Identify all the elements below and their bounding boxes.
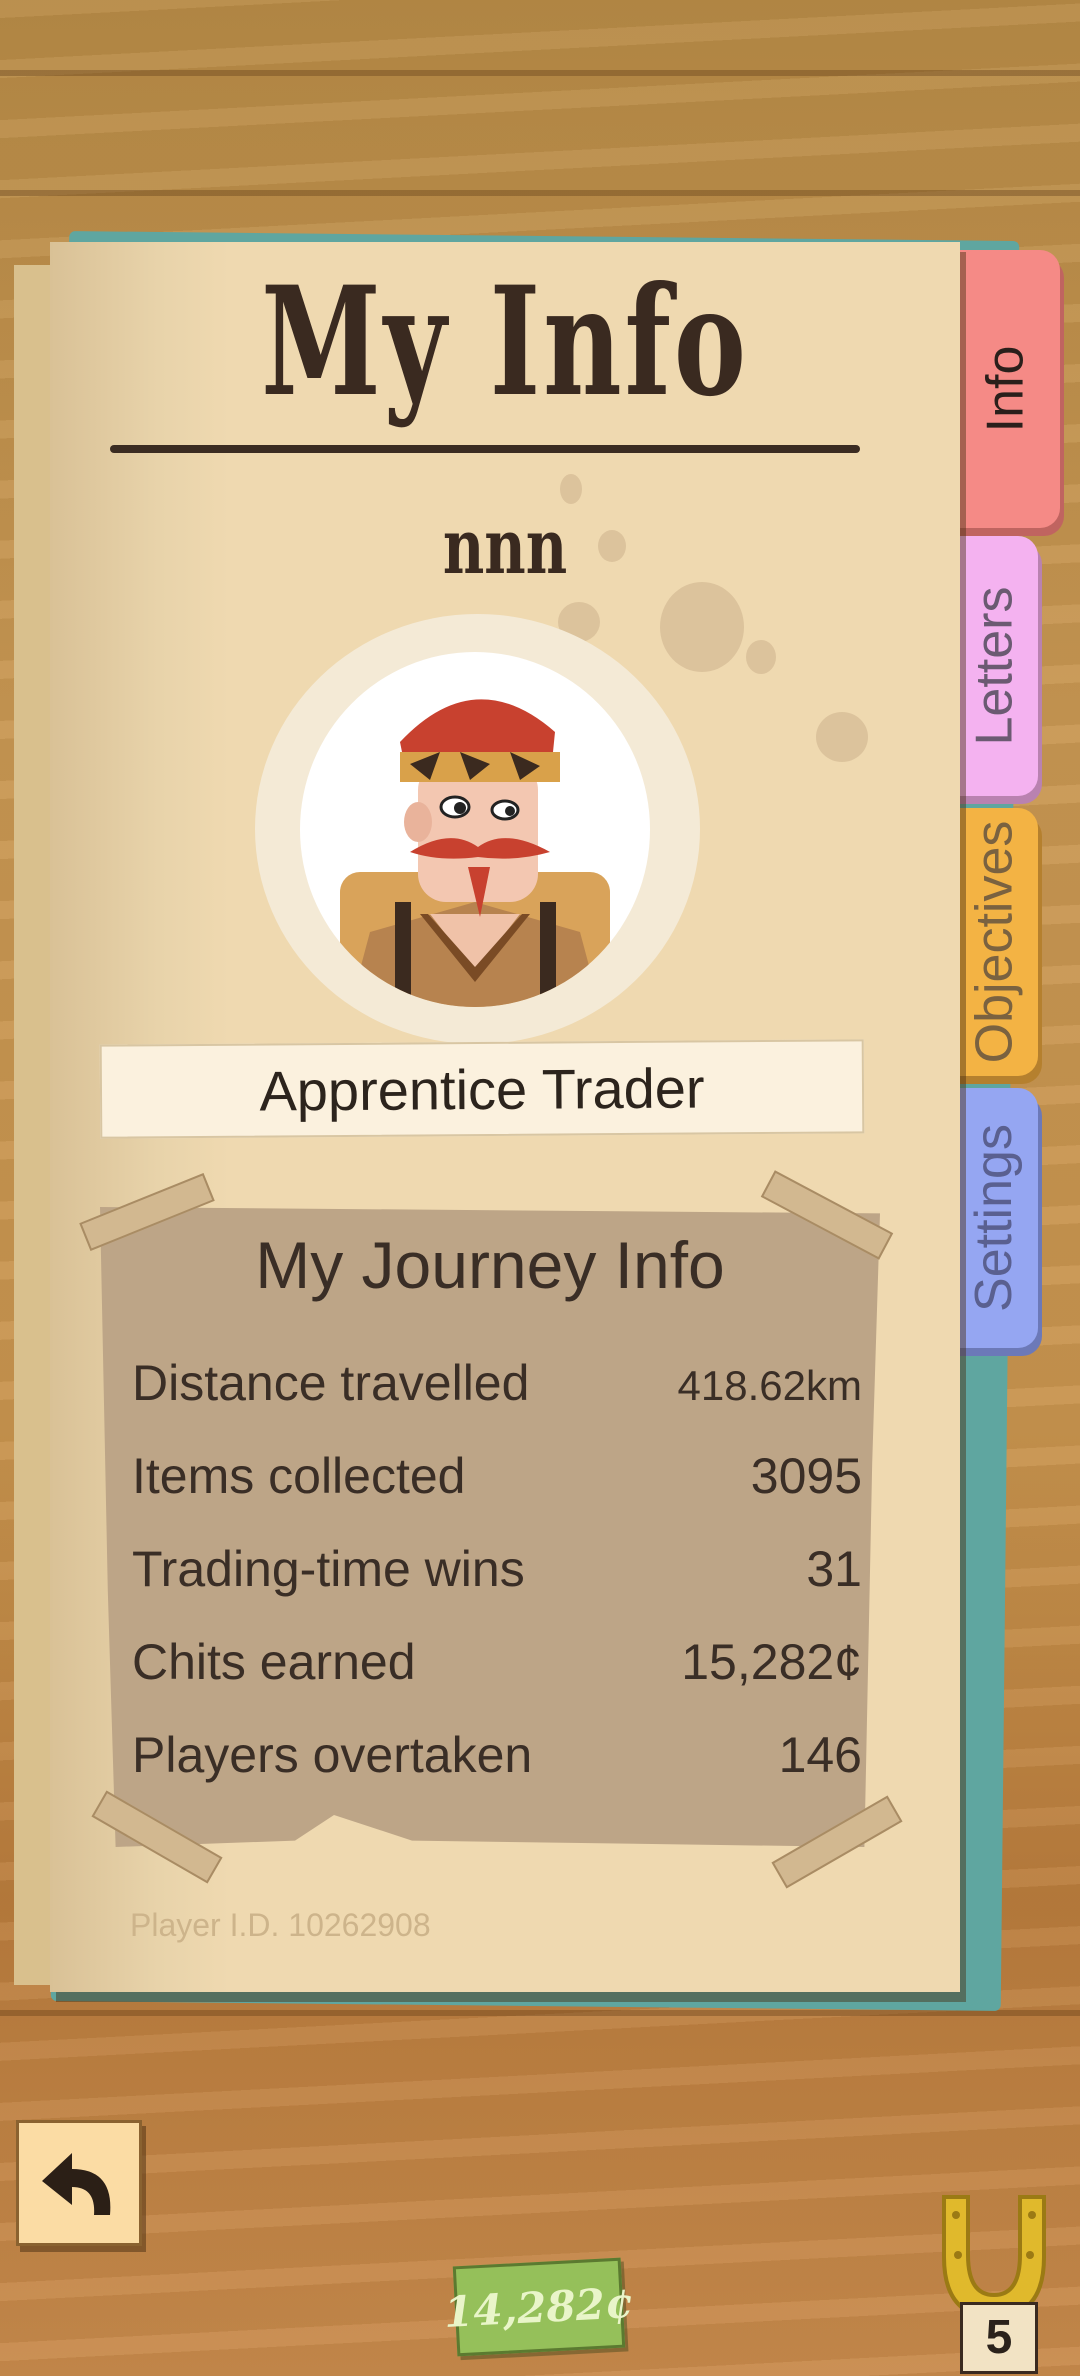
player-name: nnn: [442, 502, 568, 591]
stat-value: 3095: [750, 1448, 862, 1504]
wood-plank-seam: [0, 2010, 1080, 2016]
page-title: My Info: [261, 254, 749, 430]
stat-row-chits: Chits earned 15,282¢: [132, 1633, 862, 1723]
player-id: Player I.D. 10262908: [130, 1907, 431, 1943]
stat-label: Chits earned: [132, 1634, 416, 1690]
tab-letters[interactable]: Letters: [950, 536, 1038, 796]
stat-label: Items collected: [132, 1448, 466, 1504]
tab-info[interactable]: Info: [950, 250, 1060, 528]
stat-label: Players overtaken: [132, 1727, 533, 1783]
stat-value: 31: [806, 1541, 862, 1597]
coffee-stain: [746, 640, 776, 674]
title-divider: [110, 445, 860, 453]
back-button[interactable]: [16, 2120, 142, 2246]
tab-letters-label: Letters: [965, 586, 1024, 746]
stat-value: 15,282¢: [681, 1634, 862, 1690]
wood-plank-seam: [0, 190, 1080, 196]
stat-row-items: Items collected 3095: [132, 1447, 862, 1537]
tab-objectives[interactable]: Objectives: [950, 808, 1038, 1076]
stat-label: Distance travelled: [132, 1355, 530, 1411]
tab-objectives-label: Objectives: [965, 820, 1024, 1064]
stat-value: 418.62km: [677, 1362, 862, 1409]
stat-value: 146: [778, 1727, 862, 1783]
wood-plank-seam: [0, 70, 1080, 76]
info-page: My Info nnn Apprentice Trader My Journey…: [50, 242, 960, 1992]
trader-avatar-icon: [340, 699, 610, 1007]
avatar[interactable]: [300, 652, 650, 1007]
stat-label: Trading-time wins: [132, 1541, 525, 1597]
rank-label: Apprentice Trader: [99, 1039, 865, 1139]
tab-settings-label: Settings: [965, 1124, 1024, 1312]
coffee-stain: [816, 712, 868, 762]
journey-title: My Journey Info: [255, 1228, 725, 1302]
tab-info-label: Info: [975, 345, 1034, 433]
coffee-stain: [660, 582, 744, 672]
stat-row-trading-wins: Trading-time wins 31: [132, 1540, 862, 1630]
back-arrow-icon: [42, 2153, 111, 2215]
currency-badge: 14,282¢: [443, 2257, 635, 2357]
stat-row-overtaken: Players overtaken 146: [132, 1726, 862, 1816]
stat-row-distance: Distance travelled 418.62km: [132, 1354, 862, 1444]
horseshoe-count: 5: [960, 2302, 1038, 2374]
coffee-stain: [560, 474, 582, 504]
tab-settings[interactable]: Settings: [950, 1088, 1038, 1348]
